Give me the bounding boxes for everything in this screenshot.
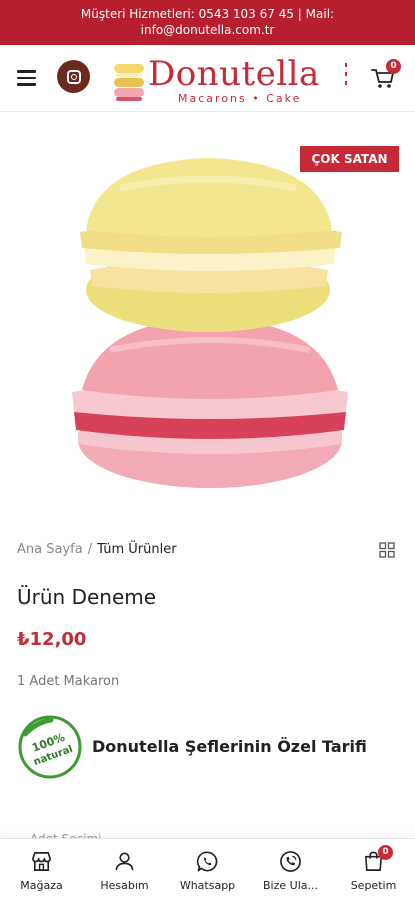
nav-cart[interactable]: 0 Sepetim	[332, 839, 415, 900]
breadcrumb-home-link[interactable]: Ana Sayfa	[17, 542, 83, 557]
whatsapp-icon	[196, 851, 218, 872]
site-header: Donutella Macarons • Cake 0	[0, 45, 415, 112]
logo-tagline: Macarons • Cake	[178, 92, 302, 105]
site-logo[interactable]: Donutella Macarons • Cake	[112, 54, 327, 107]
nav-account[interactable]: Hesabım	[83, 839, 166, 900]
customer-service-email-text[interactable]: info@donutella.com.tr	[0, 22, 415, 38]
breadcrumb-current[interactable]: Tüm Ürünler	[97, 542, 177, 557]
nav-cart-label: Sepetim	[350, 879, 397, 892]
customer-service-bar: Müşteri Hizmetleri: 0543 103 67 45 | Mai…	[0, 0, 415, 45]
macaron-stack-logo-icon	[112, 60, 146, 104]
bestseller-badge: ÇOK SATAN	[300, 146, 399, 172]
header-divider	[345, 63, 347, 67]
nav-store[interactable]: Mağaza	[0, 839, 83, 900]
product-short-description: 1 Adet Makaron	[17, 674, 120, 689]
breadcrumb-separator: /	[87, 542, 93, 557]
store-icon	[32, 852, 51, 871]
cart-count-badge: 0	[386, 59, 401, 74]
bottom-navigation: Mağaza Hesabım Whatsapp Bize Ula... 0 Se…	[0, 838, 415, 900]
instagram-icon[interactable]	[57, 60, 90, 93]
grid-view-icon[interactable]	[379, 542, 395, 558]
logo-wordmark: Donutella	[148, 54, 320, 94]
shopping-cart-icon[interactable]: 0	[370, 59, 401, 91]
nav-store-label: Mağaza	[20, 879, 63, 892]
product-image[interactable]	[60, 140, 360, 500]
nav-contact[interactable]: Bize Ula...	[249, 839, 332, 900]
product-price: ₺12,00	[17, 629, 87, 650]
phone-icon	[280, 851, 301, 872]
nav-contact-label: Bize Ula...	[263, 879, 318, 892]
product-title: Ürün Deneme	[17, 585, 157, 609]
nav-account-label: Hesabım	[100, 879, 149, 892]
feature-text: Donutella Şeflerinin Özel Tarifi	[92, 737, 367, 756]
nav-whatsapp-label: Whatsapp	[179, 879, 236, 892]
nav-whatsapp[interactable]: Whatsapp	[166, 839, 249, 900]
user-icon	[115, 852, 134, 871]
natural-leaf-icon: 100% natural	[17, 714, 83, 780]
nav-cart-count-badge: 0	[378, 845, 393, 860]
customer-service-phone-text: Müşteri Hizmetleri: 0543 103 67 45 | Mai…	[80, 7, 335, 21]
breadcrumb: Ana Sayfa / Tüm Ürünler	[17, 542, 177, 557]
hamburger-menu-icon[interactable]	[17, 70, 36, 86]
